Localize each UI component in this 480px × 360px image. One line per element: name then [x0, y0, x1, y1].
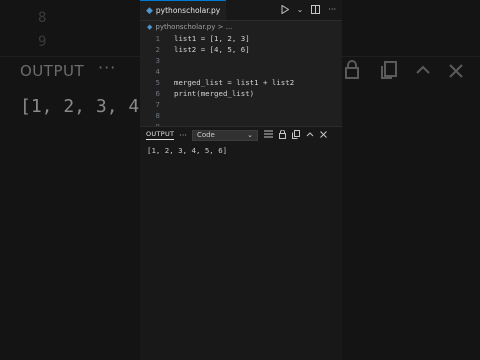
line-number: 5: [155, 78, 160, 87]
line-number: 8: [155, 111, 160, 120]
bg-line-number: 8: [38, 10, 47, 26]
line-code[interactable]: merged_list = list1 + list2: [174, 77, 294, 88]
chevron-up-icon[interactable]: [306, 131, 314, 139]
output-channel-value: Code: [196, 131, 215, 139]
editor-tab[interactable]: ◆ pythonscholar.py: [140, 0, 227, 20]
more-actions-icon[interactable]: ···: [328, 6, 336, 14]
chevron-down-icon[interactable]: ⌄: [297, 6, 304, 14]
bg-close-icon: [448, 60, 464, 84]
bg-divider: [342, 56, 480, 57]
background-left: 8 9 OUTPUT ··· [1, 2, 3, 4,: [0, 0, 140, 360]
line-number: 3: [155, 56, 160, 65]
title-bar: ◆ pythonscholar.py ⌄ ···: [140, 0, 342, 21]
python-file-icon: ◆: [147, 23, 153, 31]
bg-line-number: 9: [38, 34, 47, 50]
line-number: 4: [155, 67, 160, 76]
panel-more-icon[interactable]: ···: [179, 131, 187, 140]
line-number: 6: [155, 89, 160, 98]
breadcrumb-text: pythonscholar.py > ...: [155, 23, 233, 31]
tab-label: pythonscholar.py: [155, 6, 221, 15]
output-panel: OUTPUT ··· Code ⌄ [1, 2, 3, 4, 5, 6]: [140, 126, 342, 360]
word-wrap-icon[interactable]: [263, 130, 273, 140]
line-code[interactable]: print(merged_list): [174, 88, 254, 99]
tab-output[interactable]: OUTPUT: [146, 130, 175, 140]
output-channel-select[interactable]: Code ⌄: [191, 129, 258, 141]
bg-output-text: [1, 2, 3, 4,: [20, 96, 140, 117]
background-right: [342, 0, 480, 360]
chevron-down-icon: ⌄: [247, 131, 253, 139]
bg-copy-icon: [380, 60, 398, 85]
copy-icon[interactable]: [291, 129, 300, 141]
split-editor-icon[interactable]: [311, 4, 321, 16]
line-number: 1: [155, 34, 160, 43]
output-text: [1, 2, 3, 4, 5, 6]: [147, 146, 228, 155]
python-file-icon: ◆: [146, 5, 153, 16]
breadcrumb[interactable]: ◆ pythonscholar.py > ...: [140, 21, 342, 33]
line-number: 2: [155, 45, 160, 54]
panel-header: OUTPUT ··· Code ⌄: [140, 127, 342, 143]
bg-more-icon: ···: [98, 58, 117, 77]
line-code[interactable]: list2 = [4, 5, 6]: [174, 44, 250, 55]
line-code[interactable]: list1 = [1, 2, 3]: [174, 33, 250, 44]
code-editor[interactable]: 1 list1 = [1, 2, 3] 2 list2 = [4, 5, 6] 3 …: [140, 33, 342, 131]
lock-icon[interactable]: [278, 129, 286, 141]
close-icon[interactable]: [320, 130, 327, 140]
bg-output-title: OUTPUT: [20, 62, 85, 80]
bg-lock-icon: [344, 60, 360, 85]
vscode-window: ◆ pythonscholar.py ⌄ ··· ◆ pythonscholar…: [140, 0, 342, 360]
bg-chevron-up-icon: [414, 60, 432, 84]
bg-divider: [0, 56, 140, 57]
run-icon[interactable]: [281, 4, 290, 16]
line-number: 7: [155, 100, 160, 109]
